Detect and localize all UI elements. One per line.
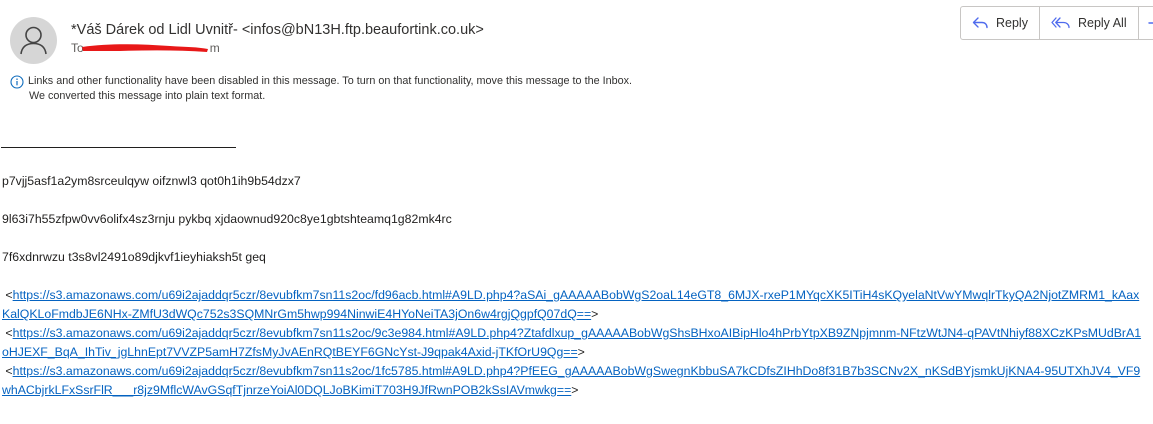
separator-line	[1, 147, 236, 148]
body-paragraph: 9l63i7h55zfpw0vv6olifx4sz3rnju pykbq xjd…	[2, 212, 452, 226]
info-icon	[10, 75, 24, 89]
link-list: <https://s3.amazonaws.com/u69i2ajaddqr5c…	[2, 286, 1142, 400]
link-close-bracket: >	[571, 383, 579, 397]
forward-button[interactable]	[1137, 7, 1153, 39]
reply-all-button[interactable]: Reply All	[1038, 7, 1138, 39]
link-open-bracket: <	[5, 288, 13, 302]
reply-all-icon	[1051, 17, 1070, 29]
info-message-line1: Links and other functionality have been …	[28, 75, 632, 87]
email-reading-pane: *Váš Dárek od Lidl Uvnitř- <infos@bN13H.…	[0, 0, 1153, 424]
recipient-suffix: m	[209, 41, 220, 55]
reply-button[interactable]: Reply	[961, 7, 1039, 39]
link-open-bracket: <	[5, 364, 13, 378]
person-icon	[20, 26, 47, 55]
forward-arrow-icon	[1147, 22, 1153, 24]
body-paragraph: p7vjj5asf1a2ym8srceulqyw oifznwl3 qot0h1…	[2, 174, 301, 188]
link-close-bracket: >	[591, 307, 599, 321]
info-message-line2: We converted this message into plain tex…	[29, 90, 266, 102]
body-link[interactable]: https://s3.amazonaws.com/u69i2ajaddqr5cz…	[2, 288, 1139, 321]
link-item: <https://s3.amazonaws.com/u69i2ajaddqr5c…	[2, 362, 1142, 400]
link-open-bracket: <	[5, 326, 13, 340]
reply-all-label: Reply All	[1077, 16, 1127, 30]
redaction-scribble	[82, 44, 208, 52]
reply-label: Reply	[996, 16, 1028, 30]
link-close-bracket: >	[577, 345, 585, 359]
body-link[interactable]: https://s3.amazonaws.com/u69i2ajaddqr5cz…	[2, 326, 1141, 359]
info-bar: Links and other functionality have been …	[10, 74, 632, 103]
reply-icon	[972, 17, 988, 29]
sender-name[interactable]: *Váš Dárek od Lidl Uvnitř- <infos@bN13H.…	[71, 22, 484, 38]
sender-avatar[interactable]	[10, 17, 57, 64]
message-actions: Reply Reply All	[960, 6, 1153, 40]
body-paragraph: 7f6xdnrwzu t3s8vl2491o89djkvf1ieyhiaksh5…	[2, 250, 266, 264]
link-item: <https://s3.amazonaws.com/u69i2ajaddqr5c…	[2, 286, 1142, 324]
link-item: <https://s3.amazonaws.com/u69i2ajaddqr5c…	[2, 324, 1142, 362]
